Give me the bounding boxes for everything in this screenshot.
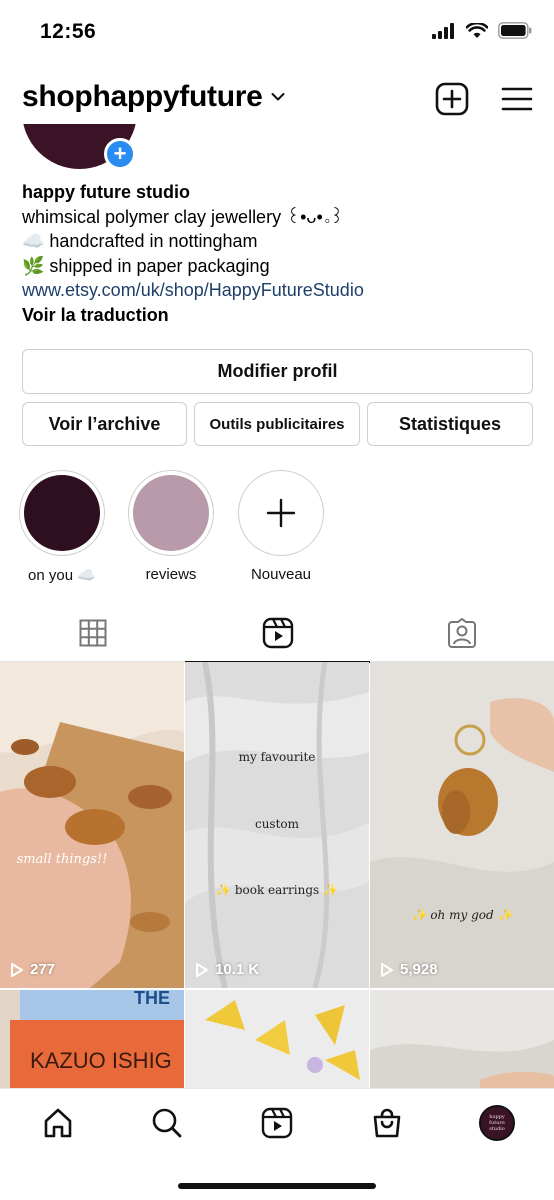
profile-header: shophappyfuture [0,74,554,124]
chevron-down-icon[interactable] [271,92,285,102]
status-time: 12:56 [40,20,97,43]
nav-shop[interactable] [367,1103,407,1143]
bio-line: 🌿 shipped in paper packaging [22,255,270,276]
profile-bio: happy future studio whimsical polymer cl… [22,180,532,327]
highlight-label: Nouveau [250,566,312,583]
nav-reels[interactable] [257,1103,297,1143]
nav-profile[interactable]: happy future studio [477,1103,517,1143]
reel-view-count: 10.1 K [195,961,259,978]
highlight-label: reviews [145,566,197,583]
ad-tools-button[interactable]: Outils publicitaires [194,402,360,446]
reel-image-earrings [370,662,554,988]
reel-overlay-text: my favourite [238,750,316,764]
new-highlight-ring[interactable] [238,470,324,556]
view-archive-button[interactable]: Voir l’archive [22,402,187,446]
profile-content-tabs [0,604,554,663]
reel-thumbnail[interactable]: ✨ oh my god ✨ 5,928 [370,662,554,988]
highlight-ring[interactable] [128,470,214,556]
status-icons [432,22,532,39]
cellular-signal-icon [432,22,454,39]
grid-icon[interactable] [79,619,107,647]
highlight-label: on you ☁️ [28,567,96,584]
reel-thumbnail[interactable]: my favourite custom ✨ book earrings ✨ 10… [185,662,369,988]
shopping-bag-icon[interactable] [371,1107,403,1139]
book-cover-text: KAZUO ISHIG [30,1048,172,1073]
home-icon[interactable] [42,1107,74,1139]
view-count-label: 10.1 K [215,961,260,978]
reel-overlay-text: ✨ oh my god ✨ [411,908,513,922]
reel-thumbnail[interactable] [370,990,554,1088]
menu-icon[interactable] [500,82,534,116]
play-icon [381,962,393,977]
account-switcher[interactable]: shophappyfuture [22,80,285,114]
bottom-navigation: happy future studio [0,1088,554,1200]
reels-grid: small things!! 277 my favourite custom ✨… [0,662,554,1088]
highlight-cover[interactable] [133,475,209,551]
add-story-icon[interactable]: + [104,138,136,170]
reel-image-croissants [0,662,184,988]
tab-posts-grid[interactable] [0,604,185,662]
reel-overlay-text: ✨ book earrings ✨ [216,883,338,897]
search-icon[interactable] [151,1107,183,1139]
highlight-on-you[interactable]: on you ☁️ [18,470,106,584]
tab-reels[interactable] [185,604,370,663]
home-indicator[interactable] [178,1183,376,1189]
book-cover-text: THE [134,990,170,1008]
wifi-icon [466,22,488,38]
edit-profile-button[interactable]: Modifier profil [22,349,533,394]
tab-tagged[interactable] [369,604,554,662]
see-translation-link[interactable]: Voir la traduction [22,303,532,328]
highlight-cover[interactable] [24,475,100,551]
play-icon [196,962,208,977]
username[interactable]: shophappyfuture [22,80,263,114]
reel-image-hands [370,990,554,1088]
view-count-label: 277 [30,961,56,978]
reel-view-count: 277 [10,961,55,978]
insights-button[interactable]: Statistiques [367,402,533,446]
highlight-ring[interactable] [19,470,105,556]
reels-icon[interactable] [261,1107,293,1139]
bio-link[interactable]: www.etsy.com/uk/shop/HappyFutureStudio [22,278,532,303]
new-highlight[interactable]: Nouveau [237,470,325,583]
reel-image-cheese-earrings [185,990,369,1088]
nav-search[interactable] [147,1103,187,1143]
plus-icon[interactable] [266,498,296,528]
view-count-label: 5,928 [400,961,438,978]
tagged-user-icon[interactable] [447,618,477,648]
battery-icon [498,22,532,39]
bio-line: ☁️ handcrafted in nottingham [22,231,258,251]
bio-line: whimsical polymer clay jewellery ꒰•ᴗ•｡꒱ [22,206,344,227]
play-icon [11,962,23,977]
profile-avatar-small[interactable]: happy future studio [479,1105,515,1141]
nav-home[interactable] [38,1103,78,1143]
reel-overlay-text: small things!! [16,852,108,867]
highlight-reviews[interactable]: reviews [127,470,215,583]
reel-overlay-text: custom [254,817,300,831]
reel-view-count: 5,928 [380,961,438,978]
display-name: happy future studio [22,182,190,202]
reel-thumbnail[interactable] [185,990,369,1088]
reel-thumbnail[interactable]: THE KAZUO ISHIG [0,990,184,1088]
create-post-icon[interactable] [435,82,469,116]
status-bar: 12:56 [0,0,554,66]
reel-thumbnail[interactable]: small things!! 277 [0,662,184,988]
reels-icon[interactable] [262,617,294,649]
